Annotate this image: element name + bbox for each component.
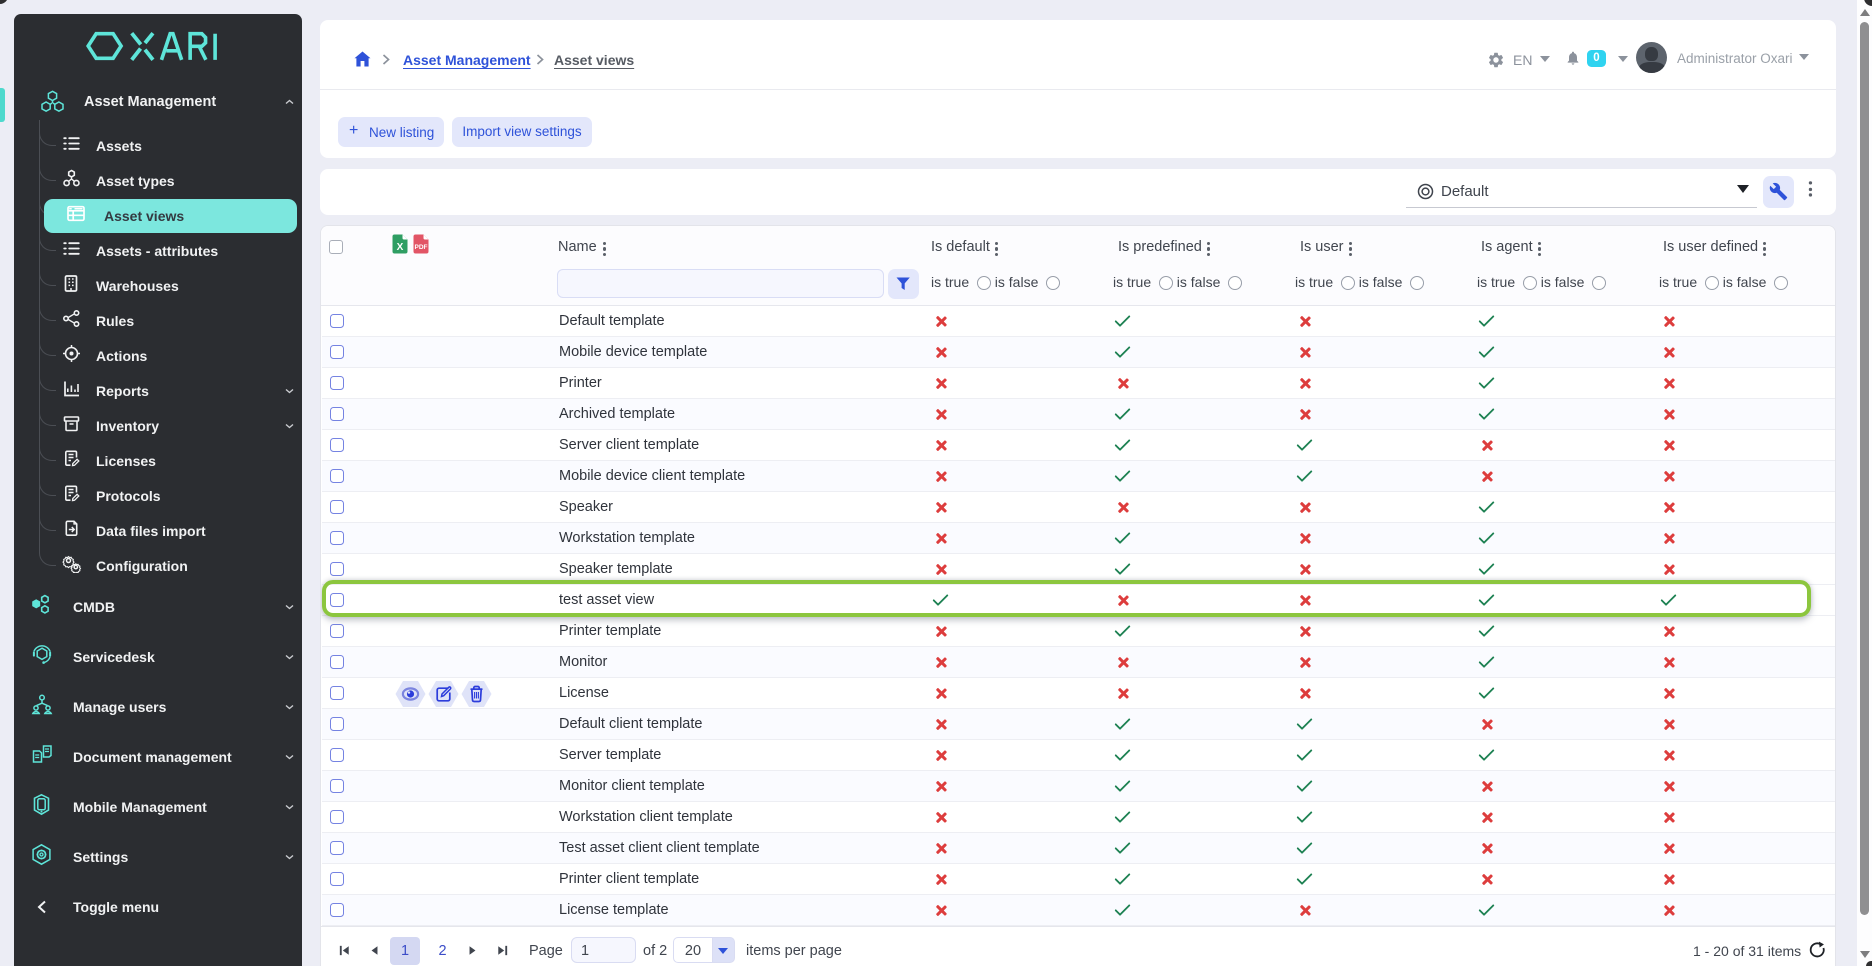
svg-text:PDF: PDF	[415, 244, 428, 251]
svg-text:X: X	[397, 242, 404, 253]
